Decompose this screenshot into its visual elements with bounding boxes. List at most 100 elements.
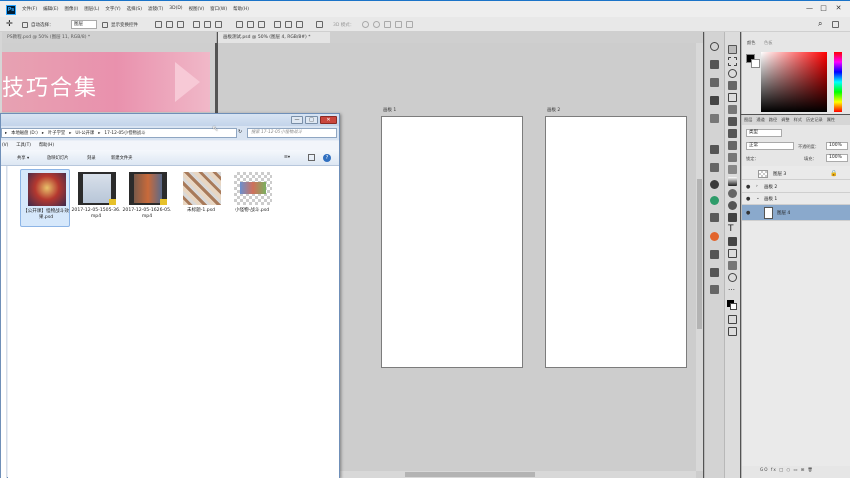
auto-align-icon[interactable] bbox=[316, 21, 323, 28]
move-tool-icon[interactable]: ✛ bbox=[6, 20, 13, 28]
type-tool-icon[interactable]: T bbox=[728, 225, 737, 234]
menu-help[interactable]: 帮助(H) bbox=[39, 141, 54, 150]
path-selection-tool-icon[interactable] bbox=[728, 237, 737, 246]
slideshow-button[interactable]: 放映幻灯片 bbox=[47, 155, 68, 161]
disclosure-arrow-icon[interactable]: › bbox=[756, 184, 758, 189]
eraser-tool-icon[interactable] bbox=[728, 165, 737, 174]
help-icon[interactable]: ? bbox=[323, 154, 331, 162]
explorer-maximize-button[interactable]: □ bbox=[305, 116, 318, 124]
align-top-icon[interactable] bbox=[155, 21, 162, 28]
more-tools-icon[interactable]: … bbox=[728, 285, 737, 294]
navigator-icon[interactable] bbox=[710, 180, 719, 189]
breadcrumb-item[interactable]: 17-12-05小怪物战斗 bbox=[104, 130, 145, 136]
align-vcenter-icon[interactable] bbox=[166, 21, 173, 28]
share-button[interactable]: 共享 ▾ bbox=[17, 155, 29, 161]
layer-row[interactable]: ● ⌄ 画板 1 bbox=[742, 193, 850, 205]
align-left-icon[interactable] bbox=[193, 21, 200, 28]
visibility-eye-icon[interactable]: ● bbox=[746, 196, 750, 202]
stamp-tool-icon[interactable] bbox=[728, 141, 737, 150]
tab-history[interactable]: 历史记录 bbox=[806, 117, 823, 123]
burn-button[interactable]: 刻录 bbox=[87, 155, 96, 161]
workspace-icon[interactable] bbox=[832, 21, 839, 28]
menu-view[interactable]: 视图(V) bbox=[189, 6, 205, 14]
menu-layer[interactable]: 图层(L) bbox=[84, 6, 99, 14]
tab-channels[interactable]: 通道 bbox=[756, 117, 764, 123]
plugin-icon[interactable] bbox=[710, 232, 719, 241]
blur-tool-icon[interactable] bbox=[728, 189, 737, 198]
align-bottom-icon[interactable] bbox=[177, 21, 184, 28]
layer-row[interactable]: 图层 3 🔒 bbox=[742, 168, 850, 180]
brush-tool-icon[interactable] bbox=[728, 129, 737, 138]
background-color-swatch[interactable] bbox=[751, 59, 760, 68]
address-bar[interactable]: ▸ 本地磁盘 (D:) ▸ 叶子学堂 ▸ UI-公开课 ▸ 17-12-05小怪… bbox=[1, 128, 237, 138]
distribute-bottom-icon[interactable] bbox=[258, 21, 265, 28]
layer-comps-icon[interactable] bbox=[710, 213, 719, 222]
distribute-top-icon[interactable] bbox=[236, 21, 243, 28]
dodge-tool-icon[interactable] bbox=[728, 201, 737, 210]
distribute-hcenter-icon[interactable] bbox=[285, 21, 292, 28]
menu-image[interactable]: 图像(I) bbox=[64, 6, 78, 14]
refresh-icon[interactable]: ↻ bbox=[238, 129, 242, 135]
explorer-minimize-button[interactable]: — bbox=[291, 116, 303, 124]
eyedropper-tool-icon[interactable] bbox=[728, 105, 737, 114]
file-item[interactable]: 小怪物-战斗.psd bbox=[227, 169, 277, 227]
auto-select-dropdown[interactable]: 图层 bbox=[71, 20, 97, 29]
visibility-eye-icon[interactable]: ● bbox=[746, 184, 750, 190]
actions-icon[interactable] bbox=[710, 250, 719, 259]
search-icon[interactable]: ⌕ bbox=[818, 20, 825, 28]
layer-row-selected[interactable]: ● 图层 4 bbox=[742, 205, 850, 221]
distribute-left-icon[interactable] bbox=[274, 21, 281, 28]
menu-view[interactable]: (V) bbox=[2, 141, 8, 150]
hand-tool-icon[interactable] bbox=[728, 261, 737, 270]
timeline-icon[interactable] bbox=[710, 268, 719, 277]
vertical-scrollbar[interactable] bbox=[696, 43, 703, 471]
vertical-scroll-thumb[interactable] bbox=[697, 179, 702, 329]
magic-wand-tool-icon[interactable] bbox=[728, 81, 737, 90]
align-right-icon[interactable] bbox=[215, 21, 222, 28]
properties-icon[interactable] bbox=[710, 285, 719, 294]
paragraph-icon[interactable] bbox=[710, 163, 719, 172]
show-transform-checkbox[interactable] bbox=[102, 22, 108, 28]
disclosure-arrow-icon[interactable]: ⌄ bbox=[756, 196, 760, 201]
file-list[interactable]: 【公开课】怪物战斗效果.psd 2017-12-05-1505-36.mp4 2… bbox=[8, 166, 339, 478]
file-item[interactable]: 2017-12-05-1505-36.mp4 bbox=[71, 169, 121, 227]
menu-file[interactable]: 文件(F) bbox=[22, 6, 37, 14]
tab-styles[interactable]: 样式 bbox=[794, 117, 802, 123]
crop-tool-icon[interactable] bbox=[728, 93, 737, 102]
layer-filter-dropdown[interactable]: 类型 bbox=[746, 129, 782, 137]
tab-layers[interactable]: 图层 bbox=[744, 117, 752, 123]
tab-swatches[interactable]: 色板 bbox=[764, 40, 772, 46]
tab-adjustments[interactable]: 调整 bbox=[781, 117, 789, 123]
layer-row[interactable]: ● › 画板 2 bbox=[742, 181, 850, 193]
tab-paths[interactable]: 路径 bbox=[769, 117, 777, 123]
character-icon[interactable] bbox=[710, 145, 719, 154]
rectangle-tool-icon[interactable] bbox=[728, 249, 737, 258]
close-button[interactable]: ✕ bbox=[833, 4, 844, 13]
3d-drag-icon[interactable] bbox=[384, 21, 391, 28]
minimize-button[interactable]: — bbox=[804, 4, 815, 13]
hue-slider[interactable] bbox=[834, 52, 842, 112]
layers-footer-icons[interactable]: GO fx □ ○ ▭ ⊞ 🗑 bbox=[760, 467, 814, 473]
healing-brush-tool-icon[interactable] bbox=[728, 117, 737, 126]
file-item[interactable]: 【公开课】怪物战斗效果.psd bbox=[20, 169, 70, 227]
blend-mode-dropdown[interactable]: 正常 bbox=[746, 142, 794, 150]
3d-slide-icon[interactable] bbox=[395, 21, 402, 28]
explorer-close-button[interactable]: ✕ bbox=[320, 116, 337, 124]
tab-color[interactable]: 颜色 bbox=[747, 40, 755, 46]
navigation-pane[interactable] bbox=[1, 166, 7, 478]
maximize-button[interactable]: □ bbox=[818, 4, 829, 13]
menu-window[interactable]: 窗口(W) bbox=[210, 6, 227, 14]
menu-tools[interactable]: 工具(T) bbox=[16, 141, 31, 150]
view-options-icon[interactable]: ☰▾ bbox=[284, 155, 290, 160]
preview-pane-icon[interactable] bbox=[308, 154, 315, 161]
artboard-2-label[interactable]: 画板 2 bbox=[547, 107, 560, 113]
align-hcenter-icon[interactable] bbox=[204, 21, 211, 28]
visibility-eye-icon[interactable]: ● bbox=[746, 210, 750, 216]
breadcrumb-item[interactable]: 本地磁盘 (D:) bbox=[11, 130, 38, 136]
tool-presets-icon[interactable] bbox=[710, 60, 719, 69]
marquee-tool-icon[interactable] bbox=[728, 57, 737, 66]
3d-roll-icon[interactable] bbox=[373, 21, 380, 28]
move-tool-icon[interactable] bbox=[728, 45, 737, 54]
file-item[interactable]: 2017-12-05-1626-05.mp4 bbox=[122, 169, 172, 227]
document-tab-1[interactable]: PS教程.psd @ 50% (图层 11, RGB/8) * bbox=[2, 32, 217, 43]
